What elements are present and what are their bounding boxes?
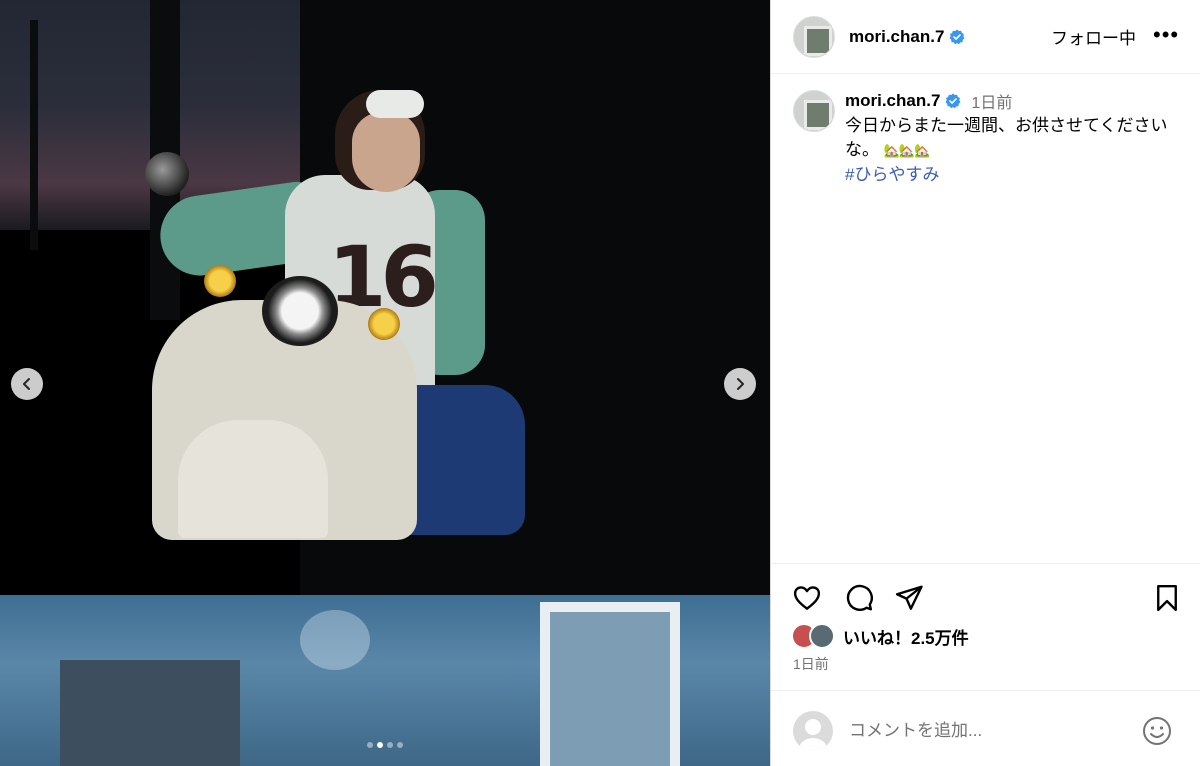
send-icon <box>895 585 923 610</box>
author-avatar[interactable] <box>793 15 835 58</box>
current-user-avatar <box>793 711 833 751</box>
comment-button[interactable] <box>843 582 875 614</box>
caption-body: mori.chan.7 1日前 今日からまた一週間、お供させてくださいな。 🏡🏡… <box>845 90 1185 187</box>
like-button[interactable] <box>791 582 823 614</box>
heart-icon <box>793 586 821 610</box>
caption-username[interactable]: mori.chan.7 <box>845 91 940 111</box>
verified-badge-icon <box>949 29 965 44</box>
likes-summary: いいね！2.5万件 <box>791 623 969 649</box>
carousel-dot-active <box>377 742 383 748</box>
post-media[interactable]: 16 <box>0 0 770 766</box>
caption-timestamp[interactable]: 1日前 <box>971 89 1012 113</box>
more-options-button[interactable]: ••• <box>1153 22 1179 48</box>
smiley-icon[interactable] <box>1141 715 1173 747</box>
comment-input[interactable] <box>849 717 1129 745</box>
house-emoji: 🏡🏡🏡 <box>883 143 931 158</box>
carousel-indicator <box>0 742 770 748</box>
comment-icon <box>846 584 873 611</box>
save-button[interactable] <box>1151 582 1183 614</box>
chevron-left-icon <box>23 378 30 390</box>
caption-author-avatar[interactable] <box>793 90 835 132</box>
carousel-dot <box>387 742 393 748</box>
carousel-dot <box>367 742 373 748</box>
post-date[interactable]: 1日前 <box>793 654 829 674</box>
caption-text: 今日からまた一週間、お供させてくださいな。 🏡🏡🏡 <box>845 114 1185 163</box>
author-username[interactable]: mori.chan.7 <box>849 27 944 47</box>
post-photo: 16 <box>0 0 770 766</box>
carousel-next-button[interactable] <box>724 368 756 400</box>
post-side-panel: mori.chan.7 フォロー中 ••• mori.chan.7 1日前 今日… <box>770 0 1200 766</box>
carousel-dot <box>397 742 403 748</box>
chevron-right-icon <box>737 378 744 390</box>
likes-count[interactable]: いいね！2.5万件 <box>843 624 969 649</box>
caption-hashtag[interactable]: #ひらやすみ <box>845 163 1185 187</box>
carousel-prev-button[interactable] <box>11 368 43 400</box>
liker-avatar[interactable] <box>809 623 835 649</box>
share-button[interactable] <box>893 582 925 614</box>
comment-bar <box>771 690 1200 766</box>
post-header: mori.chan.7 フォロー中 ••• <box>771 0 1200 74</box>
bookmark-icon <box>1157 584 1177 612</box>
action-bar <box>771 563 1200 612</box>
following-button[interactable]: フォロー中 <box>1051 24 1136 49</box>
verified-badge-icon <box>945 93 961 109</box>
